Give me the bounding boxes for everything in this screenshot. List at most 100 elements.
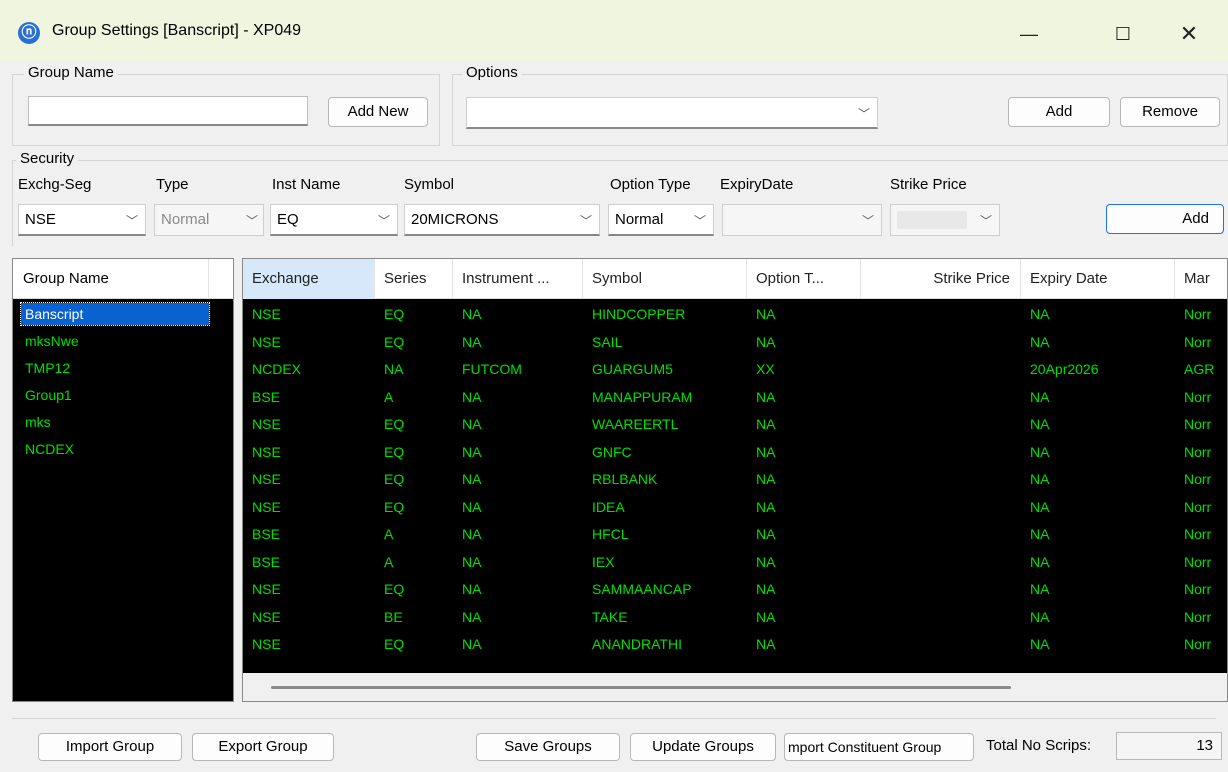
table-cell: EQ — [384, 498, 405, 515]
table-row[interactable]: NCDEX NA FUTCOM GUARGUM5 XX 20Apr2026 AGR — [243, 356, 1227, 383]
group-name-input[interactable] — [28, 96, 308, 126]
table-cell — [861, 356, 1021, 383]
table-cell: A — [384, 388, 394, 405]
app-logo-icon: ⓝ — [18, 22, 40, 44]
group-list-item[interactable]: TMP12 — [21, 357, 74, 379]
table-cell — [861, 631, 1021, 658]
table-row[interactable]: NSE EQ NA SAMMAANCAP NA NA Norr — [243, 576, 1227, 603]
column-header[interactable]: Mar — [1175, 259, 1227, 299]
table-cell: NA — [462, 526, 482, 542]
table-cell: NA — [462, 416, 482, 432]
update-groups-button[interactable]: Update Groups — [630, 733, 776, 761]
table-cell — [861, 466, 1021, 493]
column-header[interactable]: Series — [375, 259, 453, 299]
table-row[interactable]: NSE EQ NA SAIL NA NA Norr — [243, 329, 1227, 356]
column-header[interactable]: Instrument ... — [453, 259, 583, 299]
table-row[interactable]: BSE A NA MANAPPURAM NA NA Norr — [243, 384, 1227, 411]
exchg-seg-select[interactable]: NSE ﹀ — [18, 204, 146, 236]
table-cell: NA — [1030, 416, 1050, 432]
symbol-value: 20MICRONS — [411, 211, 499, 228]
security-add-button[interactable]: Add — [1106, 204, 1224, 234]
table-row[interactable]: NSE EQ NA HINDCOPPER NA NA Norr — [243, 301, 1227, 328]
table-row[interactable]: BSE A NA HFCL NA NA Norr — [243, 521, 1227, 548]
import-group-button[interactable]: Import Group — [38, 733, 182, 761]
chevron-down-icon: ﹀ — [245, 214, 258, 228]
table-row[interactable]: NSE EQ NA IDEA NA NA Norr — [243, 494, 1227, 521]
table-cell: BSE — [252, 553, 281, 570]
table-cell: SAMMAANCAP — [592, 581, 692, 597]
minimize-button[interactable]: — — [1006, 14, 1052, 54]
table-cell: FUTCOM — [462, 361, 522, 377]
type-select[interactable]: Normal ﹀ — [154, 204, 264, 236]
maximize-button[interactable]: ☐ — [1100, 14, 1146, 54]
group-list-item[interactable]: NCDEX — [21, 438, 78, 460]
exchg-seg-label: Exchg-Seg — [18, 176, 92, 193]
table-cell: XX — [756, 361, 775, 377]
group-list-item[interactable]: mksNwe — [21, 330, 83, 352]
group-list-item[interactable]: Group1 — [21, 384, 76, 406]
table-cell: TAKE — [592, 608, 628, 625]
table-cell — [861, 576, 1021, 603]
table-row[interactable]: BSE A NA IEX NA NA Norr — [243, 549, 1227, 576]
add-new-button[interactable]: Add New — [328, 97, 428, 127]
table-cell — [861, 329, 1021, 356]
symbol-select[interactable]: 20MICRONS ﹀ — [404, 204, 600, 236]
expiry-date-select[interactable]: ﹀ — [722, 204, 882, 236]
group-list-column-header[interactable]: Group Name — [13, 259, 209, 299]
column-header[interactable]: Exchange — [243, 259, 375, 299]
strike-price-empty-field — [897, 211, 967, 229]
group-list[interactable]: Group Name Banscript mksNwe TMP12 Group1 mks… — [12, 258, 234, 702]
column-header[interactable]: Strike Price — [861, 259, 1021, 299]
group-list-item[interactable]: mks — [21, 411, 55, 433]
close-button[interactable]: ✕ — [1166, 14, 1212, 54]
table-cell: NA — [384, 361, 404, 377]
table-cell: HINDCOPPER — [592, 306, 686, 322]
table-cell: NA — [462, 636, 482, 652]
table-cell: NA — [756, 333, 776, 350]
table-cell — [861, 301, 1021, 328]
table-cell: NA — [462, 443, 482, 460]
table-row[interactable]: NSE EQ NA ANANDRATHI NA NA Norr — [243, 631, 1227, 658]
table-cell: NA — [1030, 608, 1050, 625]
table-cell: EQ — [384, 636, 405, 652]
table-row[interactable]: NSE BE NA TAKE NA NA Norr — [243, 604, 1227, 631]
options-add-button[interactable]: Add — [1008, 97, 1110, 127]
security-legend: Security — [16, 150, 79, 167]
strike-price-select[interactable]: ﹀ — [890, 204, 1000, 236]
total-scrips-value: 13 — [1116, 732, 1222, 760]
table-cell: Norr — [1184, 416, 1212, 432]
table-cell: Norr — [1184, 306, 1212, 322]
scrollbar-thumb[interactable] — [271, 686, 1011, 689]
horizontal-scrollbar[interactable] — [243, 673, 1227, 701]
table-cell: NSE — [252, 581, 281, 597]
table-cell: EQ — [384, 443, 405, 460]
table-cell: NA — [1030, 581, 1050, 597]
table-cell: NSE — [252, 443, 281, 460]
table-cell: Norr — [1184, 471, 1212, 487]
table-cell: NA — [1030, 388, 1050, 405]
column-header[interactable]: Expiry Date — [1021, 259, 1175, 299]
column-header[interactable]: Option T... — [747, 259, 861, 299]
symbol-label: Symbol — [404, 176, 455, 193]
table-row[interactable]: NSE EQ NA GNFC NA NA Norr — [243, 439, 1227, 466]
option-type-select[interactable]: Normal ﹀ — [608, 204, 714, 236]
table-cell — [861, 604, 1021, 631]
column-header[interactable]: Symbol — [583, 259, 747, 299]
scrip-grid[interactable]: Exchange Series Instrument ... Symbol Option… — [242, 258, 1228, 702]
table-cell: NA — [1030, 526, 1050, 542]
table-cell: NA — [756, 526, 776, 542]
inst-name-select[interactable]: EQ ﹀ — [270, 204, 398, 236]
table-row[interactable]: NSE EQ NA WAAREERTL NA NA Norr — [243, 411, 1227, 438]
chevron-down-icon: ﹀ — [693, 214, 706, 228]
save-groups-button[interactable]: Save Groups — [476, 733, 620, 761]
import-constituent-group-button[interactable]: mport Constituent Group — [784, 733, 974, 761]
table-cell: MANAPPURAM — [592, 388, 693, 405]
export-group-button[interactable]: Export Group — [192, 733, 334, 761]
table-cell: NA — [756, 388, 776, 405]
table-cell: BSE — [252, 526, 281, 542]
group-list-item[interactable]: Banscript — [20, 302, 210, 326]
table-cell: Norr — [1184, 388, 1212, 405]
table-row[interactable]: NSE EQ NA RBLBANK NA NA Norr — [243, 466, 1227, 493]
options-remove-button[interactable]: Remove — [1120, 97, 1220, 127]
options-select[interactable]: ﹀ — [466, 97, 878, 129]
